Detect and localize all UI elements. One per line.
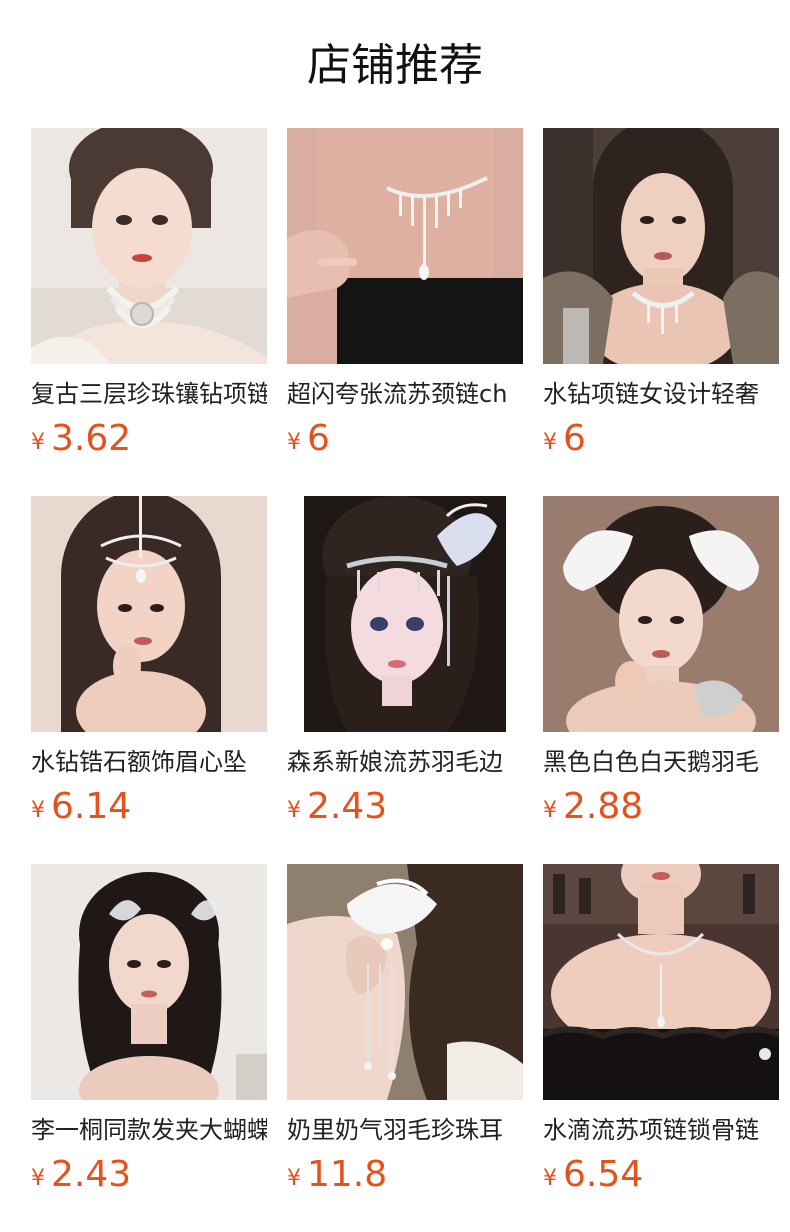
product-price: ¥6 [543, 418, 779, 460]
product-card[interactable]: 黑色白色白天鹅羽毛 ¥2.88 [543, 496, 779, 864]
product-image[interactable] [287, 864, 523, 1100]
product-card[interactable]: 复古三层珍珠镶钻项链 ¥3.62 [31, 128, 267, 496]
product-price: ¥2.88 [543, 786, 779, 828]
product-name[interactable]: 黑色白色白天鹅羽毛 [543, 746, 779, 778]
product-price: ¥6.54 [543, 1154, 779, 1196]
product-price: ¥2.43 [287, 786, 523, 828]
price-value: 6.54 [563, 1154, 644, 1195]
product-card[interactable]: 水钻锆石额饰眉心坠 ¥6.14 [31, 496, 267, 864]
product-price: ¥6 [287, 418, 523, 460]
product-image[interactable] [31, 864, 267, 1100]
price-value: 11.8 [307, 1154, 388, 1195]
product-card[interactable]: 奶里奶气羽毛珍珠耳 ¥11.8 [287, 864, 523, 1232]
product-image[interactable] [543, 864, 779, 1100]
price-value: 6.14 [51, 786, 132, 827]
currency-symbol: ¥ [543, 1166, 557, 1191]
product-price: ¥2.43 [31, 1154, 267, 1196]
price-value: 2.43 [307, 786, 388, 827]
product-card[interactable]: 超闪夸张流苏颈链ch ¥6 [287, 128, 523, 496]
currency-symbol: ¥ [287, 1166, 301, 1191]
product-card[interactable]: 森系新娘流苏羽毛边 ¥2.43 [287, 496, 523, 864]
product-image[interactable] [287, 128, 523, 364]
product-name[interactable]: 复古三层珍珠镶钻项链 [31, 378, 267, 410]
product-price: ¥6.14 [31, 786, 267, 828]
product-image[interactable] [31, 128, 267, 364]
currency-symbol: ¥ [31, 1166, 45, 1191]
product-name[interactable]: 水钻项链女设计轻奢 [543, 378, 779, 410]
product-card[interactable]: 李一桐同款发夹大蝴蝶 ¥2.43 [31, 864, 267, 1232]
product-image[interactable] [287, 496, 523, 732]
product-name[interactable]: 超闪夸张流苏颈链ch [287, 378, 523, 410]
product-image[interactable] [543, 496, 779, 732]
product-image[interactable] [543, 128, 779, 364]
currency-symbol: ¥ [287, 430, 301, 455]
currency-symbol: ¥ [31, 798, 45, 823]
product-name[interactable]: 水钻锆石额饰眉心坠 [31, 746, 267, 778]
price-value: 3.62 [51, 418, 132, 459]
price-value: 2.88 [563, 786, 644, 827]
section-title: 店铺推荐 [307, 40, 483, 91]
product-card[interactable]: 水钻项链女设计轻奢 ¥6 [543, 128, 779, 496]
price-value: 6 [563, 418, 586, 459]
product-grid: 复古三层珍珠镶钻项链 ¥3.62 超闪夸张流苏颈链ch ¥ 6 水钻项链女设计轻… [31, 128, 779, 1232]
product-name[interactable]: 水滴流苏项链锁骨链 [543, 1114, 779, 1146]
product-image[interactable] [31, 496, 267, 732]
currency-symbol: ¥ [543, 430, 557, 455]
product-card[interactable]: 水滴流苏项链锁骨链 ¥6.54 [543, 864, 779, 1232]
product-price: ¥11.8 [287, 1154, 523, 1196]
price-value: 6 [307, 418, 330, 459]
store-recommendations-page: 店铺推荐 复古三层珍珠镶钻项链 ¥ 3.62 超闪夸张流苏颈链ch ¥ 6 水钻… [0, 0, 790, 1232]
currency-symbol: ¥ [31, 430, 45, 455]
product-name[interactable]: 李一桐同款发夹大蝴蝶 [31, 1114, 267, 1146]
currency-symbol: ¥ [543, 798, 557, 823]
product-price: ¥3.62 [31, 418, 267, 460]
price-value: 2.43 [51, 1154, 132, 1195]
currency-symbol: ¥ [287, 798, 301, 823]
product-name[interactable]: 森系新娘流苏羽毛边 [287, 746, 523, 778]
product-name[interactable]: 奶里奶气羽毛珍珠耳 [287, 1114, 523, 1146]
